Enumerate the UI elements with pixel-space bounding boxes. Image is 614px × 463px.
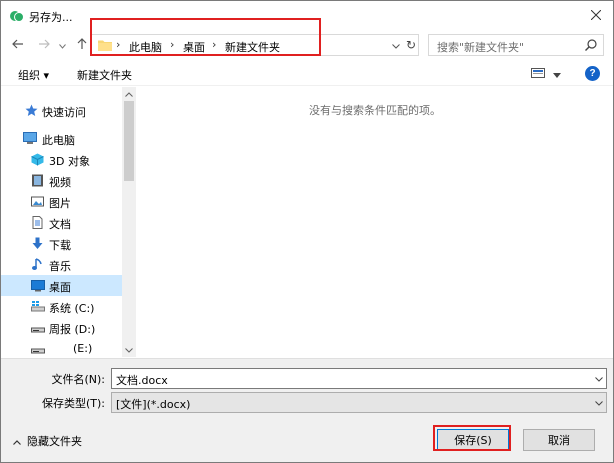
breadcrumb-new-folder[interactable]: 新建文件夹 <box>225 39 280 55</box>
star-icon <box>25 104 38 117</box>
chevron-down-icon[interactable] <box>592 371 606 387</box>
nav-item-3d-objects[interactable]: 3D 对象 <box>1 149 122 170</box>
nav-item-drive-e[interactable]: (E:) <box>1 338 122 359</box>
drive-icon <box>31 342 45 355</box>
filetype-label: 保存类型(T): <box>41 397 105 410</box>
filename-input[interactable]: 文档.docx <box>111 368 607 389</box>
nav-item-downloads[interactable]: 下载 <box>1 233 122 254</box>
music-icon <box>31 258 44 271</box>
up-button[interactable] <box>73 36 91 54</box>
download-icon <box>31 237 44 250</box>
chevron-up-icon <box>125 90 133 99</box>
refresh-icon: ↻ <box>405 38 417 52</box>
chevron-down-icon <box>592 395 606 411</box>
scroll-down-button[interactable] <box>122 343 136 357</box>
nav-item-label: 系统 (C:) <box>49 302 95 315</box>
drive-icon <box>31 321 45 334</box>
breadcrumb-separator: › <box>170 38 175 51</box>
close-button[interactable] <box>579 1 613 31</box>
back-button[interactable] <box>9 36 27 54</box>
nav-item-videos[interactable]: 视频 <box>1 170 122 191</box>
arrow-up-icon <box>77 37 87 53</box>
refresh-button[interactable]: ↻ <box>404 37 418 53</box>
scroll-up-button[interactable] <box>122 87 136 101</box>
nav-item-desktop[interactable]: 桌面 <box>1 275 122 296</box>
drive-icon <box>31 300 45 313</box>
computer-icon <box>23 132 37 145</box>
arrow-right-icon <box>38 39 50 52</box>
forward-button[interactable] <box>35 36 53 54</box>
nav-item-label: 桌面 <box>49 281 71 294</box>
breadcrumb-separator: › <box>116 38 121 51</box>
nav-item-label: 图片 <box>49 197 71 210</box>
document-icon <box>31 216 44 229</box>
nav-item-drive-c[interactable]: 系统 (C:) <box>1 296 122 317</box>
title-bar: 另存为... <box>1 1 613 31</box>
chevron-down-icon <box>125 346 133 355</box>
navigation-pane: 快速访问 此电脑 3D 对象 视频 图片 文档 下载 音乐 桌面 系统 (C:)… <box>1 87 122 357</box>
search-input[interactable]: 搜索"新建文件夹" <box>428 34 604 56</box>
filename-value: 文档.docx <box>116 374 168 387</box>
nav-item-label: 音乐 <box>49 260 71 273</box>
command-bar: 组织 ▾ 新建文件夹 ? <box>1 62 613 86</box>
recent-locations-button[interactable] <box>56 36 68 54</box>
nav-item-label: 下载 <box>49 239 71 252</box>
empty-folder-message: 没有与搜索条件匹配的项。 <box>309 104 441 117</box>
app-icon <box>10 9 24 23</box>
organize-button[interactable]: 组织 ▾ <box>18 67 49 83</box>
nav-item-music[interactable]: 音乐 <box>1 254 122 275</box>
chevron-up-icon <box>13 435 21 448</box>
nav-item-label: 3D 对象 <box>49 155 90 168</box>
chevron-down-icon <box>553 68 561 81</box>
address-bar[interactable]: › 此电脑 › 桌面 › 新建文件夹 ↻ <box>91 34 419 56</box>
nav-item-drive-d[interactable]: 周报 (D:) <box>1 317 122 338</box>
video-icon <box>31 174 44 187</box>
chevron-down-icon <box>58 39 66 52</box>
save-as-dialog: 另存为... › 此电脑 › 桌面 › 新建文件夹 ↻ 搜索"新建文件夹" 组织… <box>0 0 614 463</box>
view-options-button[interactable] <box>531 66 561 82</box>
help-button[interactable]: ? <box>585 66 600 81</box>
breadcrumb-this-pc[interactable]: 此电脑 <box>129 39 162 55</box>
scrollbar-thumb[interactable] <box>124 101 134 181</box>
address-dropdown-button[interactable] <box>389 37 403 53</box>
hide-folders-toggle[interactable]: 隐藏文件夹 <box>13 433 82 449</box>
nav-item-pictures[interactable]: 图片 <box>1 191 122 212</box>
search-placeholder: 搜索"新建文件夹" <box>437 41 525 54</box>
arrow-left-icon <box>12 39 24 52</box>
picture-icon <box>31 195 44 208</box>
window-title: 另存为... <box>29 11 73 24</box>
filename-label: 文件名(N): <box>51 373 105 386</box>
file-list-pane[interactable]: 没有与搜索条件匹配的项。 <box>137 87 613 357</box>
breadcrumb-separator: › <box>212 38 217 51</box>
nav-item-documents[interactable]: 文档 <box>1 212 122 233</box>
hide-folders-label: 隐藏文件夹 <box>27 435 82 448</box>
nav-item-this-pc[interactable]: 此电脑 <box>1 128 122 149</box>
nav-item-quick-access[interactable]: 快速访问 <box>1 100 122 121</box>
nav-item-label: (E:) <box>73 342 93 355</box>
close-icon <box>590 9 602 23</box>
chevron-down-icon <box>392 39 400 52</box>
nav-item-label: 此电脑 <box>42 134 75 147</box>
nav-item-label: 周报 (D:) <box>49 323 96 336</box>
filetype-value: [文件](*.docx) <box>116 398 191 411</box>
cancel-button[interactable]: 取消 <box>523 429 595 451</box>
new-folder-button[interactable]: 新建文件夹 <box>77 67 132 83</box>
save-button[interactable]: 保存(S) <box>437 429 509 451</box>
filetype-select[interactable]: [文件](*.docx) <box>111 392 607 413</box>
search-icon[interactable] <box>584 38 598 52</box>
view-icon <box>531 67 545 82</box>
breadcrumb-desktop[interactable]: 桌面 <box>183 39 205 55</box>
nav-item-label: 文档 <box>49 218 71 231</box>
cube-icon <box>31 153 44 166</box>
nav-item-label: 快速访问 <box>42 106 86 119</box>
desktop-icon <box>31 279 45 292</box>
folder-icon <box>98 39 112 51</box>
nav-item-label: 视频 <box>49 176 71 189</box>
